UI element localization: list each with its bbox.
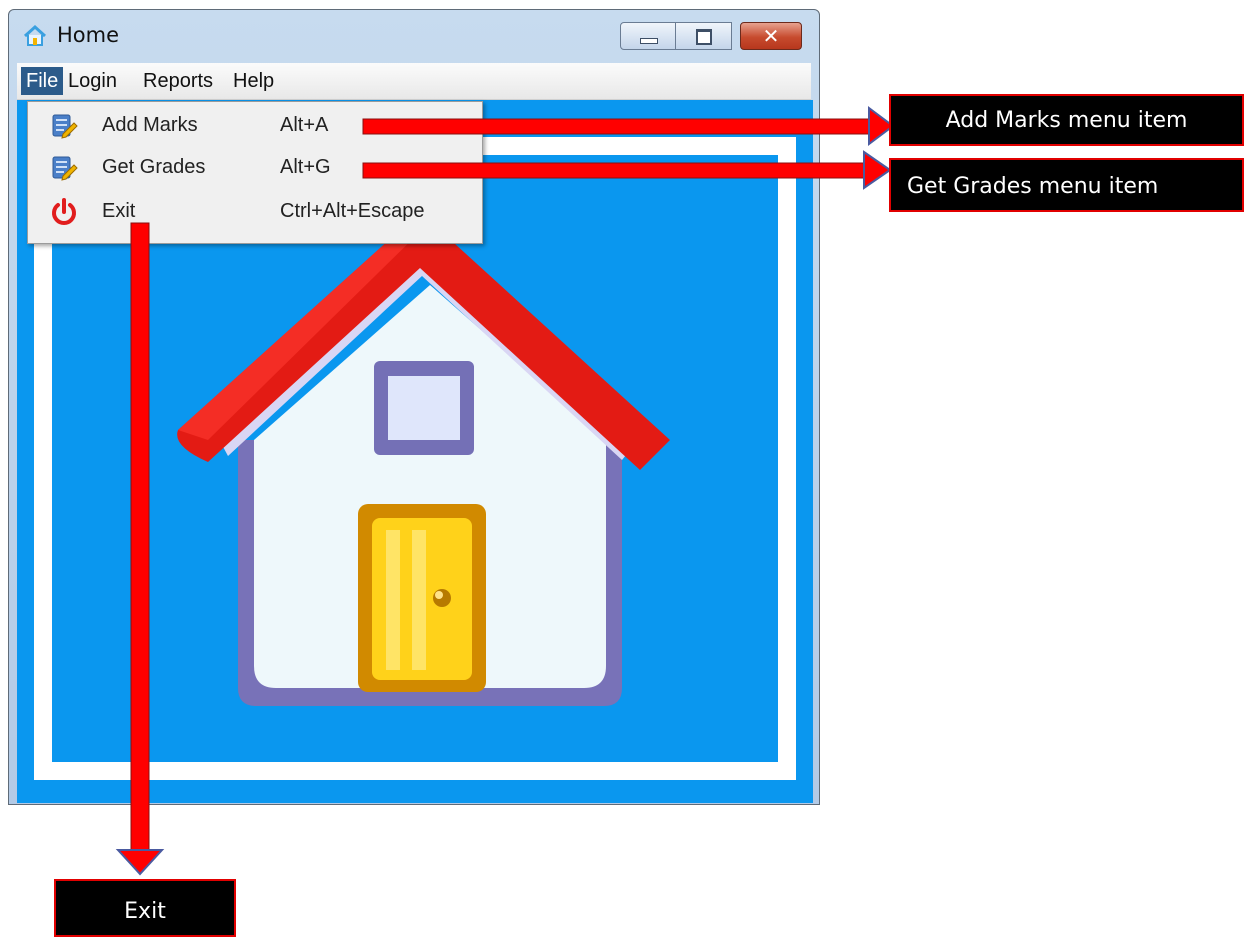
arrow-exit [115,222,165,876]
arrow-get-grades [362,150,892,190]
callout-get-grades: Get Grades menu item [889,158,1244,212]
arrow-add-marks [362,106,895,146]
callout-exit: Exit [54,879,236,937]
callout-add-marks: Add Marks menu item [889,94,1244,146]
